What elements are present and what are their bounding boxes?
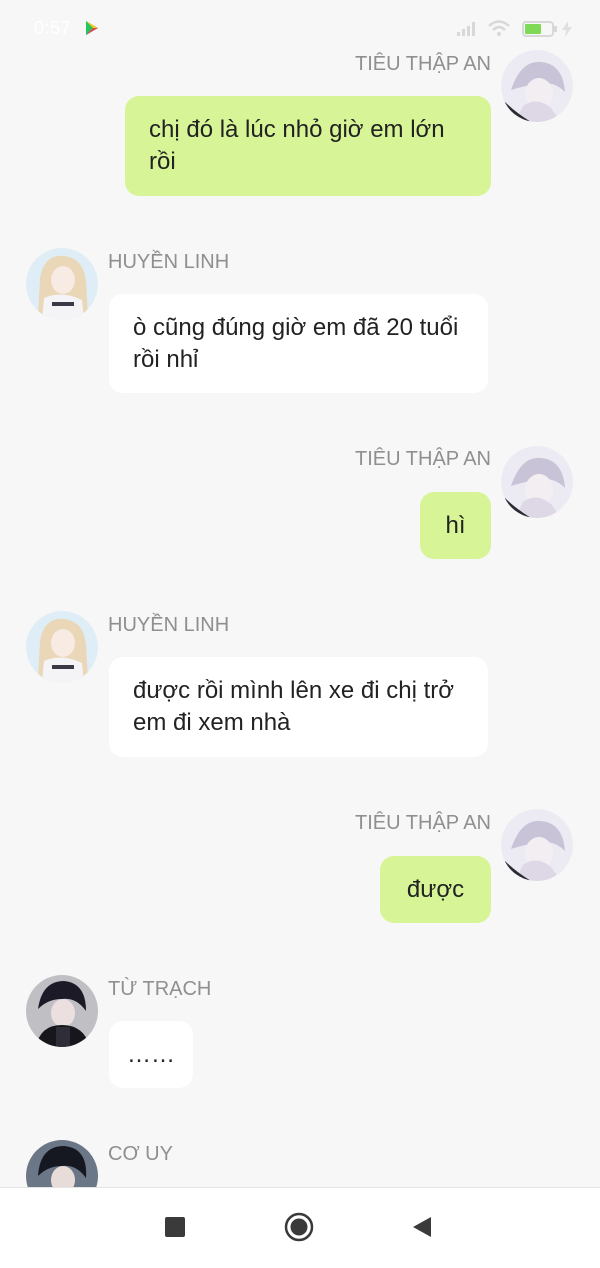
- avatar-huyen-linh[interactable]: [26, 248, 98, 320]
- message-bubble[interactable]: ……: [109, 1021, 193, 1088]
- sender-name: TIÊU THẬP AN: [355, 53, 491, 75]
- home-circle-icon[interactable]: [284, 1212, 314, 1242]
- sender-name: TỪ TRẠCH: [108, 978, 212, 1000]
- message-bubble[interactable]: ò cũng đúng giờ em đã 20 tuổi rồi nhỉ: [109, 294, 488, 393]
- sender-name: HUYỀN LINH: [108, 251, 230, 273]
- wifi-icon: [488, 20, 510, 36]
- battery-icon: [522, 21, 557, 37]
- status-bar: 0:57: [0, 0, 600, 56]
- navigation-bar: [0, 1187, 600, 1268]
- avatar-tieu-thap-an[interactable]: [501, 50, 573, 122]
- sender-name: TIÊU THẬP AN: [355, 448, 491, 470]
- message-bubble[interactable]: được: [380, 856, 491, 923]
- play-store-icon: [86, 21, 98, 35]
- recents-square-icon[interactable]: [165, 1217, 185, 1237]
- back-triangle-icon[interactable]: [411, 1216, 433, 1238]
- avatar-huyen-linh[interactable]: [26, 611, 98, 683]
- avatar-tieu-thap-an[interactable]: [501, 809, 573, 881]
- avatar-tu-trach[interactable]: [26, 975, 98, 1047]
- status-time: 0:57: [34, 18, 72, 38]
- sender-name: HUYỀN LINH: [108, 614, 230, 636]
- charging-icon: [562, 21, 572, 37]
- avatar-tieu-thap-an[interactable]: [501, 446, 573, 518]
- message-bubble[interactable]: hì: [420, 492, 491, 559]
- signal-icon: [457, 22, 475, 36]
- sender-name: TIÊU THẬP AN: [355, 812, 491, 834]
- message-bubble[interactable]: chị đó là lúc nhỏ giờ em lớn rồi: [125, 96, 491, 196]
- sender-name: CƠ UY: [108, 1143, 173, 1165]
- message-bubble[interactable]: được rồi mình lên xe đi chị trở em đi xe…: [109, 657, 488, 757]
